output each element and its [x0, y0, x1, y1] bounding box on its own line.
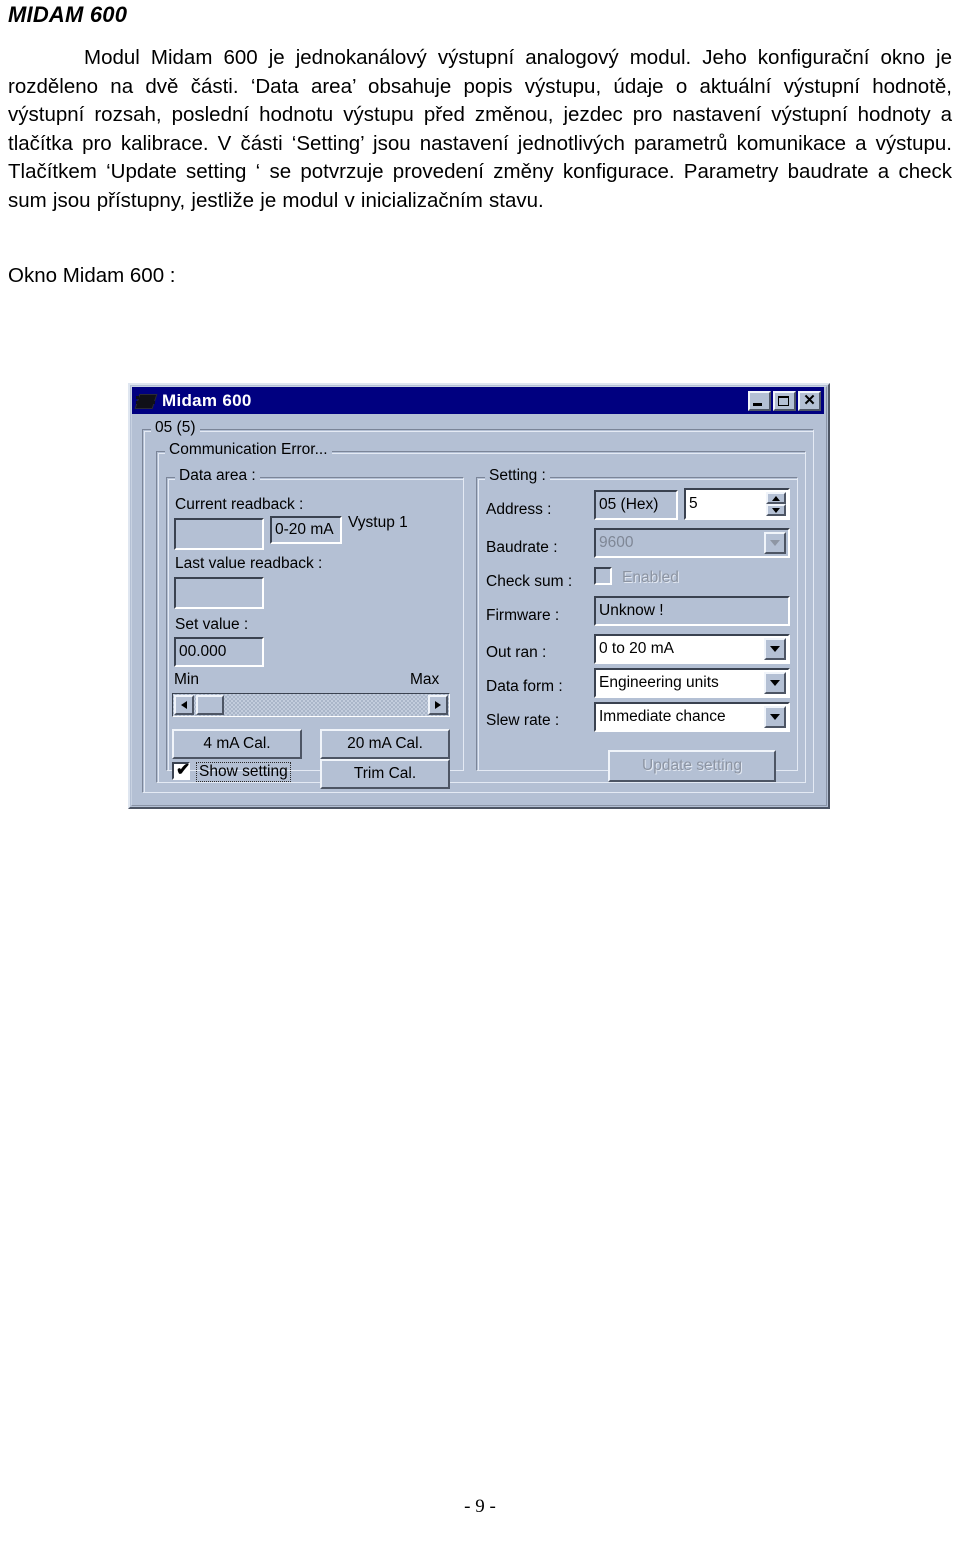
- data-form-label: Data form :: [486, 678, 563, 695]
- chevron-down-icon: [770, 714, 780, 720]
- address-spinner-value: 5: [689, 495, 698, 513]
- output-range-field: 0-20 mA: [270, 516, 342, 544]
- checkmark-icon: ✔: [176, 760, 191, 779]
- slider-min-label: Min: [174, 671, 199, 688]
- chevron-down-icon: [770, 646, 780, 652]
- data-form-combo[interactable]: Engineering units: [594, 668, 790, 698]
- setting-group-label: Setting :: [485, 467, 550, 485]
- trim-cal-label: Trim Cal.: [353, 765, 417, 782]
- dialog-title: Midam 600: [162, 390, 252, 410]
- show-setting-label[interactable]: Show setting: [196, 762, 291, 782]
- minimize-button[interactable]: [748, 390, 771, 411]
- out-ran-value: 0 to 20 mA: [599, 640, 674, 657]
- page-footer: - 9 -: [464, 1496, 496, 1517]
- update-setting-label: Update setting: [642, 757, 742, 774]
- out-ran-combo[interactable]: 0 to 20 mA: [594, 634, 790, 664]
- set-value-slider[interactable]: [172, 693, 450, 717]
- slew-rate-dropdown-arrow[interactable]: [764, 706, 786, 728]
- status-group-label: Communication Error...: [165, 441, 332, 459]
- page-title: MIDAM 600: [8, 2, 128, 27]
- update-setting-button[interactable]: Update setting: [608, 750, 776, 782]
- baudrate-label: Baudrate :: [486, 539, 558, 556]
- data-form-value: Engineering units: [599, 674, 719, 691]
- document-page: MIDAM 600 Modul Midam 600 je jednokanálo…: [0, 0, 960, 1543]
- slider-left-button[interactable]: [174, 695, 194, 715]
- slew-rate-combo[interactable]: Immediate chance: [594, 702, 790, 732]
- check-sum-checkbox[interactable]: [594, 567, 612, 585]
- maximize-button[interactable]: [773, 390, 796, 411]
- arrow-up-icon: [772, 495, 780, 501]
- set-value-field[interactable]: 00.000: [174, 637, 264, 667]
- arrow-right-icon: [435, 701, 441, 709]
- chip-icon: [134, 392, 158, 410]
- body-paragraph: Modul Midam 600 je jednokanálový výstupn…: [8, 46, 952, 212]
- current-readback-label: Current readback :: [175, 496, 304, 513]
- address-spinner-buttons: [766, 492, 786, 516]
- check-sum-option-label: Enabled: [622, 569, 679, 586]
- arrow-down-icon: [772, 507, 780, 513]
- minimize-icon: [753, 402, 762, 406]
- cal-20ma-button[interactable]: 20 mA Cal.: [320, 729, 450, 759]
- arrow-left-icon: [181, 701, 187, 709]
- address-label: Address :: [486, 501, 552, 518]
- address-group-label: 05 (5): [151, 419, 200, 437]
- out-ran-dropdown-arrow[interactable]: [764, 638, 786, 660]
- close-button[interactable]: ✕: [798, 390, 821, 411]
- trim-cal-button[interactable]: Trim Cal.: [320, 759, 450, 789]
- data-form-dropdown-arrow[interactable]: [764, 672, 786, 694]
- slew-rate-label: Slew rate :: [486, 712, 560, 729]
- spinner-up-button[interactable]: [766, 492, 786, 504]
- baudrate-combo[interactable]: 9600: [594, 528, 790, 558]
- firmware-field: Unknow !: [594, 596, 790, 626]
- cal-4ma-button[interactable]: 4 mA Cal.: [172, 729, 302, 759]
- out-ran-label: Out ran :: [486, 644, 547, 661]
- last-value-readback-label: Last value readback :: [175, 555, 323, 572]
- firmware-label: Firmware :: [486, 607, 560, 624]
- chevron-down-icon: [770, 680, 780, 686]
- cal-4ma-label: 4 mA Cal.: [203, 735, 271, 752]
- spinner-down-button[interactable]: [766, 504, 786, 516]
- figure-caption: Okno Midam 600 :: [8, 264, 176, 287]
- baudrate-dropdown-arrow[interactable]: [764, 532, 786, 554]
- set-value-label: Set value :: [175, 616, 249, 633]
- slider-right-button[interactable]: [428, 695, 448, 715]
- titlebar-buttons: ✕: [748, 390, 821, 411]
- baudrate-value: 9600: [599, 534, 634, 551]
- close-icon: ✕: [803, 391, 816, 409]
- current-readback-field[interactable]: [174, 518, 264, 550]
- data-area-group-label: Data area :: [175, 467, 260, 485]
- midam-600-dialog: Midam 600 ✕ 05 (5) Communication Error..…: [128, 383, 830, 809]
- slider-max-label: Max: [410, 671, 440, 688]
- cal-20ma-label: 20 mA Cal.: [347, 735, 423, 752]
- maximize-icon: [778, 395, 789, 406]
- slew-rate-value: Immediate chance: [599, 708, 726, 725]
- address-spinner[interactable]: 5: [684, 488, 790, 520]
- show-setting-checkbox[interactable]: ✔: [172, 760, 191, 780]
- address-hex-field: 05 (Hex): [594, 490, 678, 520]
- check-sum-label: Check sum :: [486, 573, 573, 590]
- dialog-titlebar[interactable]: Midam 600 ✕: [132, 387, 824, 414]
- last-value-readback-field[interactable]: [174, 577, 264, 609]
- chevron-down-icon: [770, 540, 780, 546]
- channel-name-label: Vystup 1: [348, 514, 408, 531]
- slider-thumb[interactable]: [196, 695, 224, 715]
